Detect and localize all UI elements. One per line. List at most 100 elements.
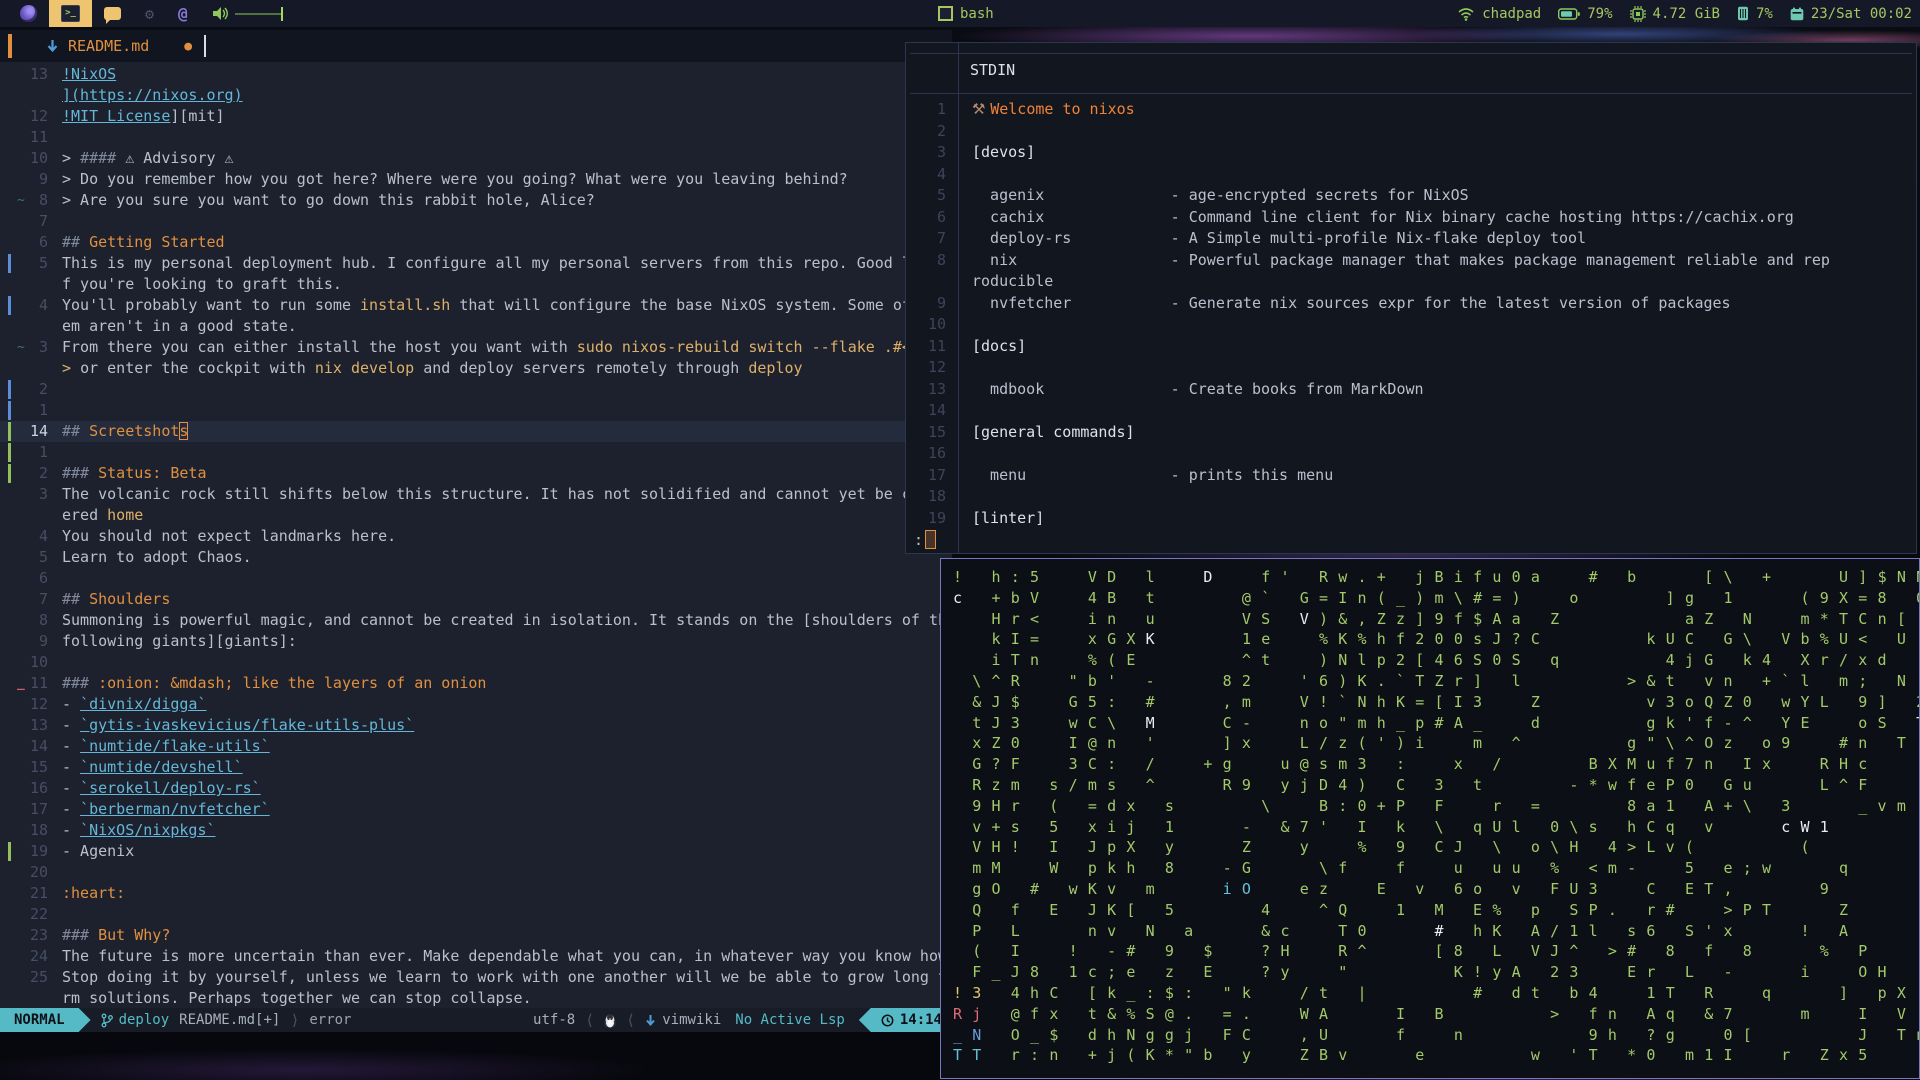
line-number: 11 (29, 128, 48, 146)
matrix-row: k I = x G X K 1 e % K % h f 2 0 0 s J ? … (953, 629, 1919, 650)
calendar-icon (1790, 7, 1804, 20)
line-number: 15 (29, 758, 48, 776)
text-segment: # (1434, 921, 1445, 940)
editor-row: 9 > Do you remember how you got here? Whe… (0, 169, 952, 190)
wifi-icon (1458, 7, 1474, 21)
cpu-indicator: 7% (1737, 6, 1773, 22)
editor-row: 1 (0, 400, 952, 421)
clock-label: 23/Sat 00:02 (1810, 5, 1912, 22)
pager-row: 10 (906, 314, 1916, 336)
editor-row: 14 ## Screetshots (0, 421, 952, 442)
pager-line-number: 11 (927, 336, 946, 355)
pager-row: 6 cachix - Command line client for Nix b… (906, 207, 1916, 229)
editor-row: 16- `serokell/deploy-rs` (0, 778, 952, 799)
editor-row: _ 11 ### :onion: &mdash; like the layers o… (0, 673, 952, 694)
text-segment: C - n o " m h _ p # A _ d g k ' f - ^ Y … (1155, 713, 1917, 732)
editor-row: 13- `gytis-ivaskevicius/flake-utils-plus… (0, 715, 952, 736)
pager-rows: 1 ⚒ Welcome to nixos 2 3 [devos] 4 5 agenix - … (906, 99, 1916, 529)
editor-row: 6 ## Getting Started (0, 232, 952, 253)
line-number: 12 (29, 695, 48, 713)
markdown-link[interactable]: `serokell/deploy-rs` (80, 779, 261, 797)
window-title-label: bash (960, 5, 994, 22)
markdown-link[interactable]: ](https://nixos.org) (62, 86, 243, 104)
text-segment: c (953, 588, 963, 607)
encoding-label: utf-8 (533, 1012, 576, 1028)
markdown-link[interactable]: `divnix/digga` (80, 695, 206, 713)
line-number: 1 (38, 443, 48, 461)
git-branch[interactable]: deploy (101, 1012, 169, 1028)
mastodon-launcher[interactable]: @ (166, 0, 200, 27)
matrix-row: & J $ G 5 : # , m V ! ` N h K = [ I 3 Z … (953, 692, 1919, 713)
text-segment: O _ $ d h N g g j F C , U f n 9 h ? g 0 … (981, 1025, 1920, 1044)
line-number: 17 (29, 800, 48, 818)
tab-readme[interactable]: README.md ● (46, 37, 192, 55)
matrix-row: _ N O _ $ d h N g g j F C , U f n 9 h ? … (953, 1025, 1920, 1046)
terminal-icon: >_ (61, 5, 80, 22)
git-branch-icon (101, 1013, 113, 1027)
text-segment: ## (62, 422, 90, 440)
pager-line-number: 14 (927, 401, 946, 419)
editor-tab-bar: README.md ● (0, 30, 952, 62)
matrix-rows: ! h : 5 V D l D f ' R w . + j B i f u 0 … (953, 567, 1920, 1066)
markdown-link[interactable]: `berberman/nvfetcher` (80, 800, 270, 818)
pager-row: 3 [devos] (906, 142, 1916, 164)
text-segment: x Z 0 I @ n ' ] x L / z ( ' ) i m ^ g " … (953, 734, 1907, 753)
markdown-link[interactable]: !NixOS (62, 65, 116, 83)
statusline-separator: ⟩ (290, 1011, 300, 1029)
pager-row: 14 (906, 400, 1916, 422)
text-segment: From there you can either install the ho… (62, 338, 577, 356)
text-segment: T (1916, 714, 1919, 732)
markdown-link[interactable]: `gytis-ivaskevicius/flake-utils-plus` (80, 716, 414, 734)
matrix-row: R j @ f x t & % S @ . = . W A I B > f n … (953, 1004, 1919, 1025)
line-number: 12 (29, 107, 48, 125)
markdown-link[interactable]: `NixOS/nixpkgs` (80, 821, 215, 839)
editor-row: 17- `berberman/nvfetcher` (0, 799, 952, 820)
text-segment: ) & , Z z ] 9 f $ A a Z a Z N m * T C n … (1309, 609, 1907, 628)
pager-line-number: 3 (936, 143, 946, 161)
text-segment: f ' R w . + j B i f u 0 a # b [ \ + U ] … (1213, 568, 1920, 586)
matrix-row: ! h : 5 V D l D f ' R w . + j B i f u 0 … (953, 567, 1920, 588)
text-segment: Getting Started (89, 233, 225, 251)
markdown-link[interactable]: !MIT License (62, 107, 170, 125)
text-segment: > (62, 359, 81, 377)
text-segment: v + s 5 x i j 1 - & 7 ' I k \ q U l 0 \ … (953, 817, 1782, 836)
line-number: 5 (38, 548, 48, 566)
top-bar-left: >_ ⚙ @ (0, 0, 295, 27)
markdown-link[interactable]: `numtide/flake-utils` (80, 737, 270, 755)
line-number: 10 (29, 653, 48, 671)
firefox-launcher[interactable] (8, 0, 49, 27)
glyph-matrix-window: ! h : 5 V D l D f ' R w . + j B i f u 0 … (940, 558, 1920, 1079)
volume-slider-handle[interactable] (280, 6, 283, 21)
editor-row: 15- `numtide/devshell` (0, 757, 952, 778)
pager-row: 15 [general commands] (906, 422, 1916, 444)
linux-penguin-icon (604, 1013, 617, 1028)
settings-launcher[interactable]: ⚙ (133, 0, 166, 27)
text-segment: - (62, 758, 81, 776)
text-segment: @ f x t & % S @ . = . W A I B > f n A q … (981, 1004, 1907, 1023)
volume-slider[interactable] (234, 6, 283, 21)
text-segment: nvfetcher - Generate nix sources expr fo… (972, 293, 1731, 312)
clock-icon (881, 1014, 894, 1026)
text-segment: following giants][giants]: (62, 632, 297, 650)
markdown-link[interactable]: `numtide/devshell` (80, 758, 243, 776)
pager-line-number: 9 (936, 293, 946, 312)
terminal-launcher-active[interactable]: >_ (49, 0, 92, 27)
statusline-clock: 14:14 (858, 1008, 952, 1032)
chat-launcher[interactable] (92, 0, 133, 27)
pager-row: 5 agenix - age-encrypted secrets for Nix… (906, 185, 1916, 207)
pager-row: 9 nvfetcher - Generate nix sources expr … (906, 293, 1916, 315)
pager-command-prompt[interactable]: : (914, 530, 937, 549)
pager-line-number: 7 (936, 229, 946, 247)
battery-label: 79% (1587, 5, 1613, 22)
editor-row: 1 (0, 442, 952, 463)
line-number: 6 (38, 233, 48, 251)
vimwiki-down-arrow-icon (646, 1014, 656, 1026)
window-icon (938, 6, 953, 21)
editor-row: > or enter the cockpit with nix develop … (0, 358, 952, 379)
volume-control[interactable] (200, 0, 295, 27)
battery-icon (1558, 7, 1581, 20)
text-segment: G ? F 3 C : / + g u @ s m 3 : x / B X M … (953, 755, 1868, 774)
volume-icon (212, 7, 228, 20)
matrix-row: c + b V 4 B t @ ` G = I n ( _ ) m \ # = … (953, 588, 1919, 609)
statusline-left-chevron: ⟨ (585, 1011, 595, 1029)
